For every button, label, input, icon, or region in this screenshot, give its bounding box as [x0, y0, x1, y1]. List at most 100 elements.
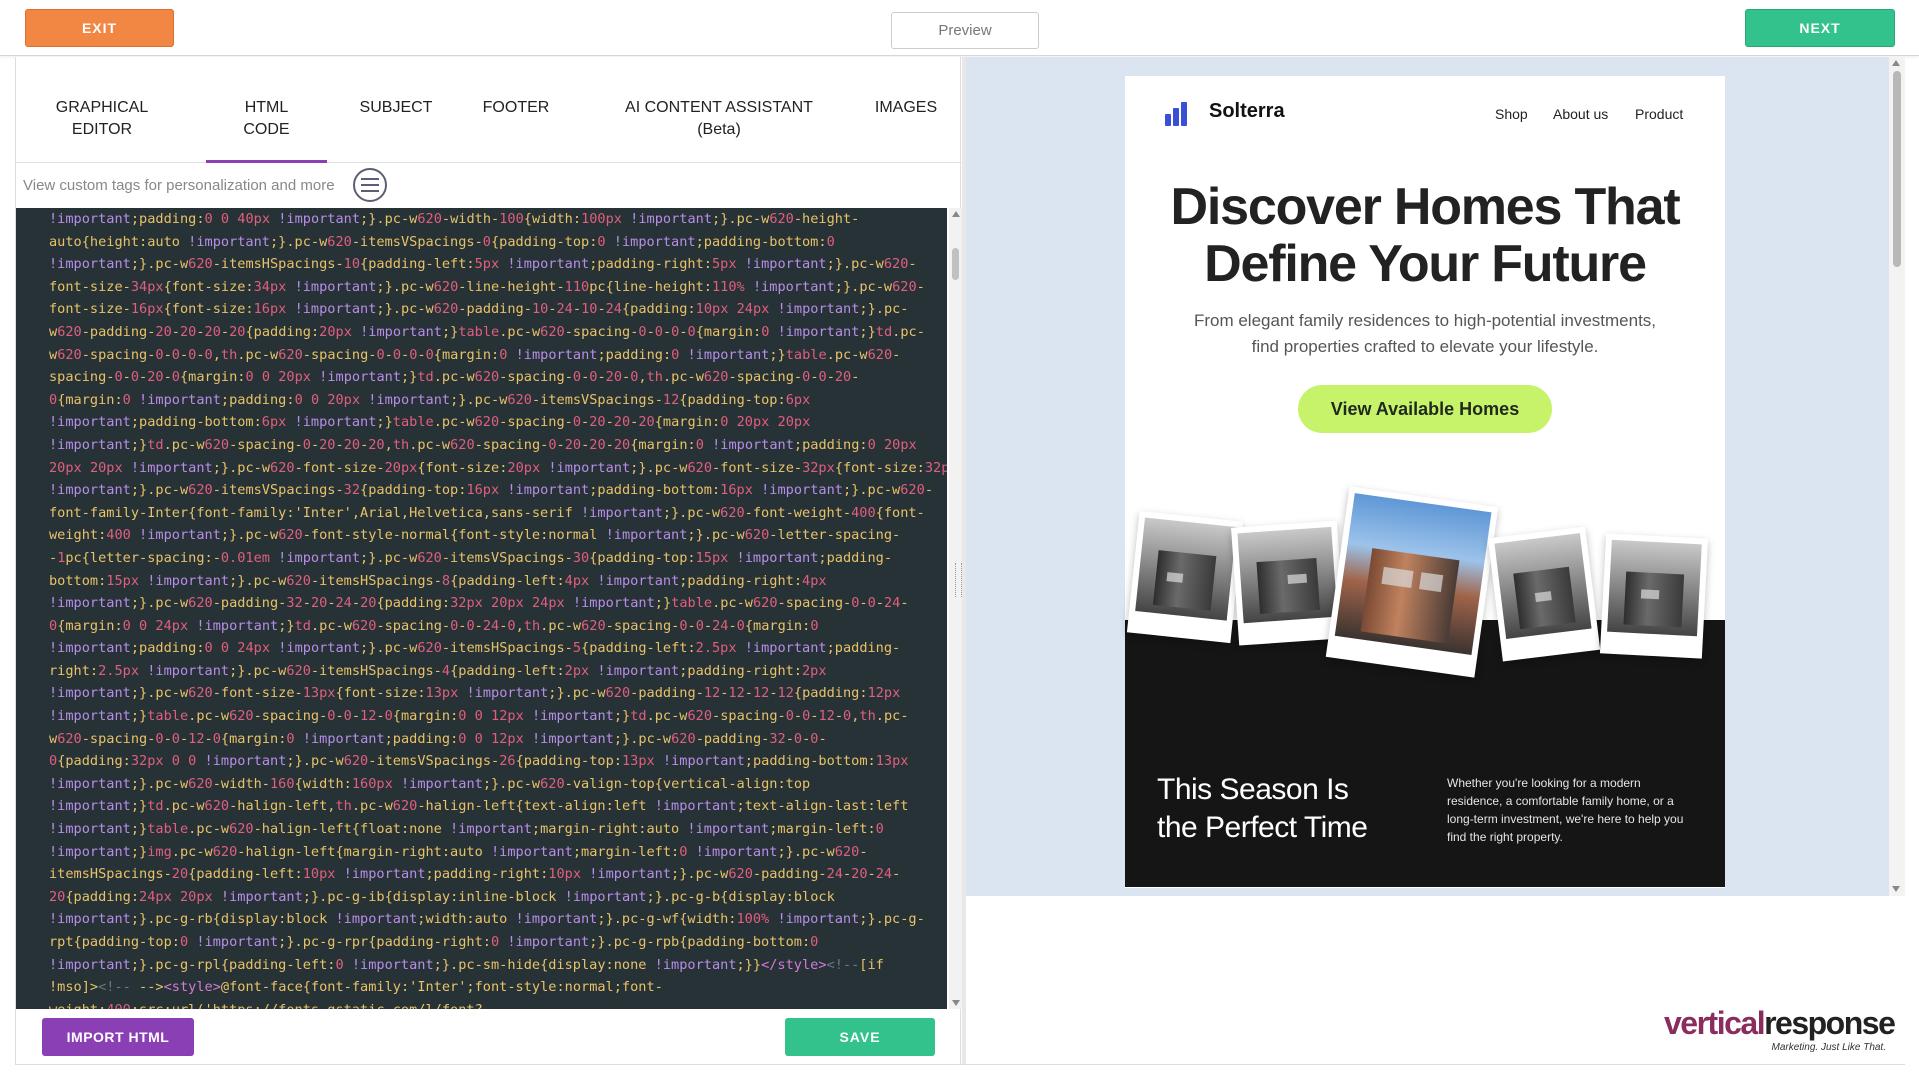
editor-panel: GRAPHICAL EDITOR HTML CODE SUBJECT FOOTE… [15, 57, 962, 1064]
season-heading: This Season Is the Perfect Time [1157, 771, 1368, 847]
code-line: font-size-16px{font-size:16px !important… [49, 301, 909, 318]
code-line: -1pc{letter-spacing:-0.01em !important;}… [49, 549, 893, 566]
scroll-down-icon[interactable] [952, 1000, 960, 1006]
code-line: 0{padding:32px 0 0 !important;}.pc-w620-… [49, 753, 909, 770]
code-line: weight:400;src:url('https://fonts.gstati… [49, 999, 947, 1009]
tab-ai-content-assistant[interactable]: AI CONTENT ASSISTANT (Beta) [601, 97, 837, 141]
hero-subtitle-line: From elegant family residences to high-p… [1193, 311, 1657, 330]
hero-subtitle-line: find properties crafted to elevate your … [1251, 337, 1599, 356]
code-line: !important;}.pc-w620-itemsHSpacings-10{p… [49, 256, 917, 273]
tab-html-code[interactable]: HTML CODE [206, 97, 327, 163]
code-line: weight:400 !important;}.pc-w620-font-sty… [49, 527, 901, 544]
logo-wordmark: verticalresponse [1664, 1005, 1896, 1041]
code-line: 20px 20px !important;}.pc-w620-font-size… [49, 459, 947, 476]
code-line: !important;}.pc-w620-itemsVSpacings-32{p… [49, 482, 933, 499]
hero-title-line: Define Your Future [1204, 235, 1647, 293]
hero-title-line: Discover Homes That [1170, 178, 1681, 236]
preview-button[interactable]: Preview [891, 12, 1039, 49]
exit-button[interactable]: EXIT [25, 9, 174, 47]
code-line: 20{padding:24px 20px !important;}.pc-g-i… [49, 888, 835, 905]
featured-house-photo [1325, 486, 1499, 678]
code-line: !important;}.pc-w620-width-160{width:160… [49, 775, 811, 792]
code-line: !important;}table.pc-w620-spacing-0-0-12… [49, 708, 909, 725]
hint-text: View custom tags for personalization and… [23, 176, 335, 194]
code-line: !important;}.pc-w620-font-size-13px{font… [49, 685, 901, 702]
resize-grip-icon[interactable] [955, 563, 962, 597]
code-line: spacing-0-0-20-0{margin:0 0 20px !import… [49, 369, 860, 386]
preview-scrollbar[interactable] [1889, 57, 1905, 896]
house-photo [1231, 520, 1345, 646]
code-line: !mso]><!-- --><style>@font-face{font-fam… [49, 979, 663, 996]
nav-link-product[interactable]: Product [1635, 106, 1683, 122]
brand-logo-icon [1165, 98, 1195, 126]
code-line: !important;padding:0 0 24px !important;}… [49, 640, 901, 657]
nav-link-about[interactable]: About us [1553, 106, 1608, 122]
tab-subject[interactable]: SUBJECT [346, 97, 446, 119]
code-line: !important;}img.pc-w620-halign-left{marg… [49, 843, 868, 860]
hero-title: Discover Homes That Define Your Future [1125, 179, 1725, 293]
tab-label: AI CONTENT ASSISTANT [625, 99, 813, 116]
email-canvas: Solterra Shop About us Product Discover … [1125, 76, 1725, 888]
scroll-up-icon[interactable] [1892, 60, 1900, 66]
scrollbar-thumb[interactable] [1893, 71, 1901, 267]
scroll-down-icon[interactable] [1892, 886, 1900, 892]
code-line: !important;}table.pc-w620-halign-left{fl… [49, 821, 884, 838]
code-line: font-size-34px{font-size:34px !important… [49, 278, 925, 295]
logo-part: response [1764, 1005, 1896, 1041]
scroll-up-icon[interactable] [952, 211, 960, 217]
code-line: w620-spacing-0-0-12-0{margin:0 !importan… [49, 730, 827, 747]
code-line: !important;padding-bottom:6px !important… [49, 414, 811, 431]
import-html-button[interactable]: IMPORT HTML [42, 1018, 194, 1056]
code-line: font-family-Inter{font-family:'Inter',Ar… [49, 504, 925, 521]
personalization-hint[interactable]: View custom tags for personalization and… [16, 163, 962, 207]
code-line: 0{margin:0 !important;padding:0 0 20px !… [49, 391, 811, 408]
view-homes-button[interactable]: View Available Homes [1298, 385, 1552, 433]
editor-tabs: GRAPHICAL EDITOR HTML CODE SUBJECT FOOTE… [16, 57, 962, 163]
code-line: !important;}td.pc-w620-halign-left,th.pc… [49, 798, 909, 815]
hero-subtitle: From elegant family residences to high-p… [1165, 308, 1685, 360]
season-copy: Whether you're looking for a modern resi… [1447, 776, 1684, 844]
tab-label: IMAGES [874, 99, 938, 116]
logo-part: vertical [1664, 1005, 1766, 1041]
logo-tagline: Marketing. Just Like That. [1771, 1042, 1887, 1053]
code-line: rpt{padding-top:0 !important;}.pc-g-rpr{… [49, 934, 819, 950]
html-code-editor[interactable]: !important;padding:0 0 40px !important;}… [16, 208, 947, 1009]
verticalresponse-logo: verticalresponse Marketing. Just Like Th… [1664, 1005, 1896, 1055]
tab-label: CODE [243, 121, 290, 138]
hamburger-menu-icon[interactable] [353, 168, 387, 202]
season-heading-line: the Perfect Time [1157, 811, 1368, 844]
tab-label: EDITOR [71, 121, 133, 138]
code-line: !important;}.pc-g-rpl{padding-left:0 !im… [49, 956, 884, 973]
code-line: w620-padding-20-20-20-20{padding:20px !i… [49, 323, 925, 340]
next-button[interactable]: NEXT [1745, 9, 1895, 47]
scrollbar-thumb[interactable] [952, 248, 959, 280]
tab-label: SUBJECT [359, 99, 433, 116]
bottom-border [15, 1064, 1905, 1065]
email-preview: Solterra Shop About us Product Discover … [966, 57, 1889, 896]
save-button[interactable]: SAVE [785, 1018, 935, 1056]
code-line: 0{margin:0 0 24px !important;}td.pc-w620… [49, 617, 819, 634]
code-line: right:2.5px !important;}.pc-w620-itemsHS… [49, 662, 827, 679]
house-photo [1599, 533, 1709, 659]
code-line: w620-spacing-0-0-0-0,th.pc-w620-spacing-… [49, 346, 901, 363]
tab-label: FOOTER [482, 99, 550, 116]
code-line: !important;padding:0 0 40px !important;}… [49, 211, 860, 227]
code-line: !important;}.pc-g-rb{display:block !impo… [49, 911, 925, 928]
tab-images[interactable]: IMAGES [861, 97, 951, 119]
code-scrollbar[interactable] [949, 208, 962, 1009]
tab-graphical-editor[interactable]: GRAPHICAL EDITOR [38, 97, 166, 141]
tab-label: (Beta) [697, 121, 741, 138]
tab-label: GRAPHICAL [55, 99, 149, 116]
code-line: auto{height:auto !important;}.pc-w620-it… [49, 233, 835, 250]
code-line: bottom:15px !important;}.pc-w620-itemsHS… [49, 572, 827, 589]
house-photo [1487, 526, 1601, 662]
code-line: !important;}.pc-w620-padding-32-20-24-20… [49, 595, 909, 612]
code-line: !important;}td.pc-w620-spacing-0-20-20-2… [49, 436, 917, 453]
tab-footer[interactable]: FOOTER [466, 97, 566, 119]
season-heading-line: This Season Is [1157, 773, 1349, 806]
brand-name: Solterra [1209, 100, 1285, 122]
code-line: itemsHSpacings-20{padding-left:10px !imp… [49, 866, 901, 883]
house-photo [1126, 510, 1244, 644]
nav-link-shop[interactable]: Shop [1495, 106, 1528, 122]
tab-label: HTML [244, 99, 289, 116]
